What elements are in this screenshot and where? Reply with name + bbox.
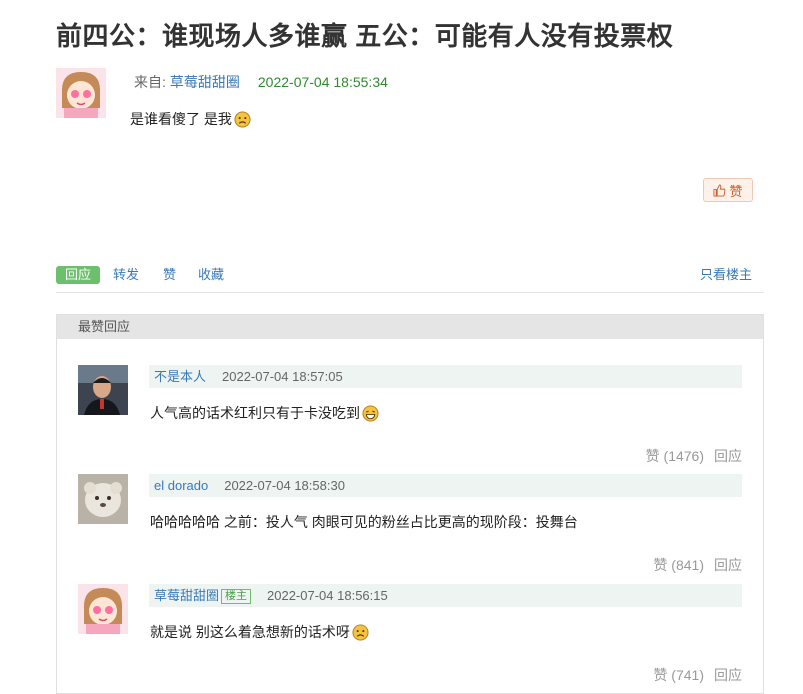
forward-link[interactable]: 转发: [113, 266, 139, 284]
comment-footer: 赞 (1476) 回应: [646, 446, 742, 466]
post-like-label: 赞: [729, 183, 743, 199]
from-label: 来自:: [134, 74, 166, 90]
post-body: 是谁看傻了 是我: [130, 109, 251, 129]
op-avatar[interactable]: [56, 68, 106, 118]
comment-header: el dorado 2022-07-04 18:58:30: [149, 474, 742, 497]
post-like-button[interactable]: 赞: [703, 178, 753, 202]
post-time: 2022-07-04 18:55:34: [257, 74, 388, 90]
post-body-text: 是谁看傻了 是我: [130, 111, 232, 127]
collect-link[interactable]: 收藏: [198, 266, 224, 284]
only-op-link[interactable]: 只看楼主: [700, 266, 752, 284]
action-bar: 回应 转发 赞 收藏 只看楼主: [56, 264, 764, 293]
comment-like-button[interactable]: 赞 (1476): [646, 448, 704, 464]
grin-emoji-icon: [362, 404, 379, 422]
sad-emoji-icon: [352, 623, 369, 641]
comment-text: 哈哈哈哈哈 之前：投人气 肉眼可见的粉丝占比更高的现阶段：投舞台: [150, 514, 578, 530]
top-replies-header: 最赞回应: [57, 315, 763, 339]
comment-reply-button[interactable]: 回应: [714, 557, 742, 573]
comment-body: 哈哈哈哈哈 之前：投人气 肉眼可见的粉丝占比更高的现阶段：投舞台: [150, 512, 578, 532]
comment-reply-button[interactable]: 回应: [714, 448, 742, 464]
comment-body: 就是说 别这么着急想新的话术呀: [150, 622, 369, 642]
like-link[interactable]: 赞: [163, 266, 176, 284]
comment-time: 2022-07-04 18:58:30: [224, 478, 345, 493]
commenter-avatar[interactable]: [78, 474, 128, 524]
comment-footer: 赞 (741) 回应: [653, 665, 742, 685]
comment-header: 不是本人 2022-07-04 18:57:05: [149, 365, 742, 388]
commenter-avatar[interactable]: [78, 584, 128, 634]
sad-emoji-icon: [234, 110, 251, 128]
reply-tab[interactable]: 回应: [56, 266, 100, 284]
op-author-link[interactable]: 草莓甜甜圈: [170, 74, 240, 90]
op-meta: 来自: 草莓甜甜圈 2022-07-04 18:55:34: [134, 72, 388, 92]
comment-like-button[interactable]: 赞 (741): [653, 667, 704, 683]
comment-header: 草莓甜甜圈 楼主 2022-07-04 18:56:15: [149, 584, 742, 607]
post-title: 前四公：谁现场人多谁赢 五公：可能有人没有投票权: [56, 21, 674, 51]
commenter-name[interactable]: el dorado: [154, 478, 208, 493]
thumbs-up-icon: [713, 183, 726, 197]
comment-time: 2022-07-04 18:56:15: [267, 588, 388, 603]
commenter-name[interactable]: 草莓甜甜圈: [154, 588, 219, 603]
comment-time: 2022-07-04 18:57:05: [222, 369, 343, 384]
comment-body: 人气高的话术红利只有于卡没吃到: [150, 403, 379, 423]
comment-like-button[interactable]: 赞 (841): [653, 557, 704, 573]
commenter-avatar[interactable]: [78, 365, 128, 415]
comment-footer: 赞 (841) 回应: [653, 555, 742, 575]
comment-text: 就是说 别这么着急想新的话术呀: [150, 624, 350, 640]
op-badge: 楼主: [221, 589, 252, 605]
commenter-name[interactable]: 不是本人: [154, 369, 206, 384]
comment-text: 人气高的话术红利只有于卡没吃到: [150, 405, 360, 421]
top-replies-panel: 最赞回应 不是本人 2022-07-04 18:57:05 人气高的话术红利只有于…: [56, 314, 764, 694]
comment-reply-button[interactable]: 回应: [714, 667, 742, 683]
